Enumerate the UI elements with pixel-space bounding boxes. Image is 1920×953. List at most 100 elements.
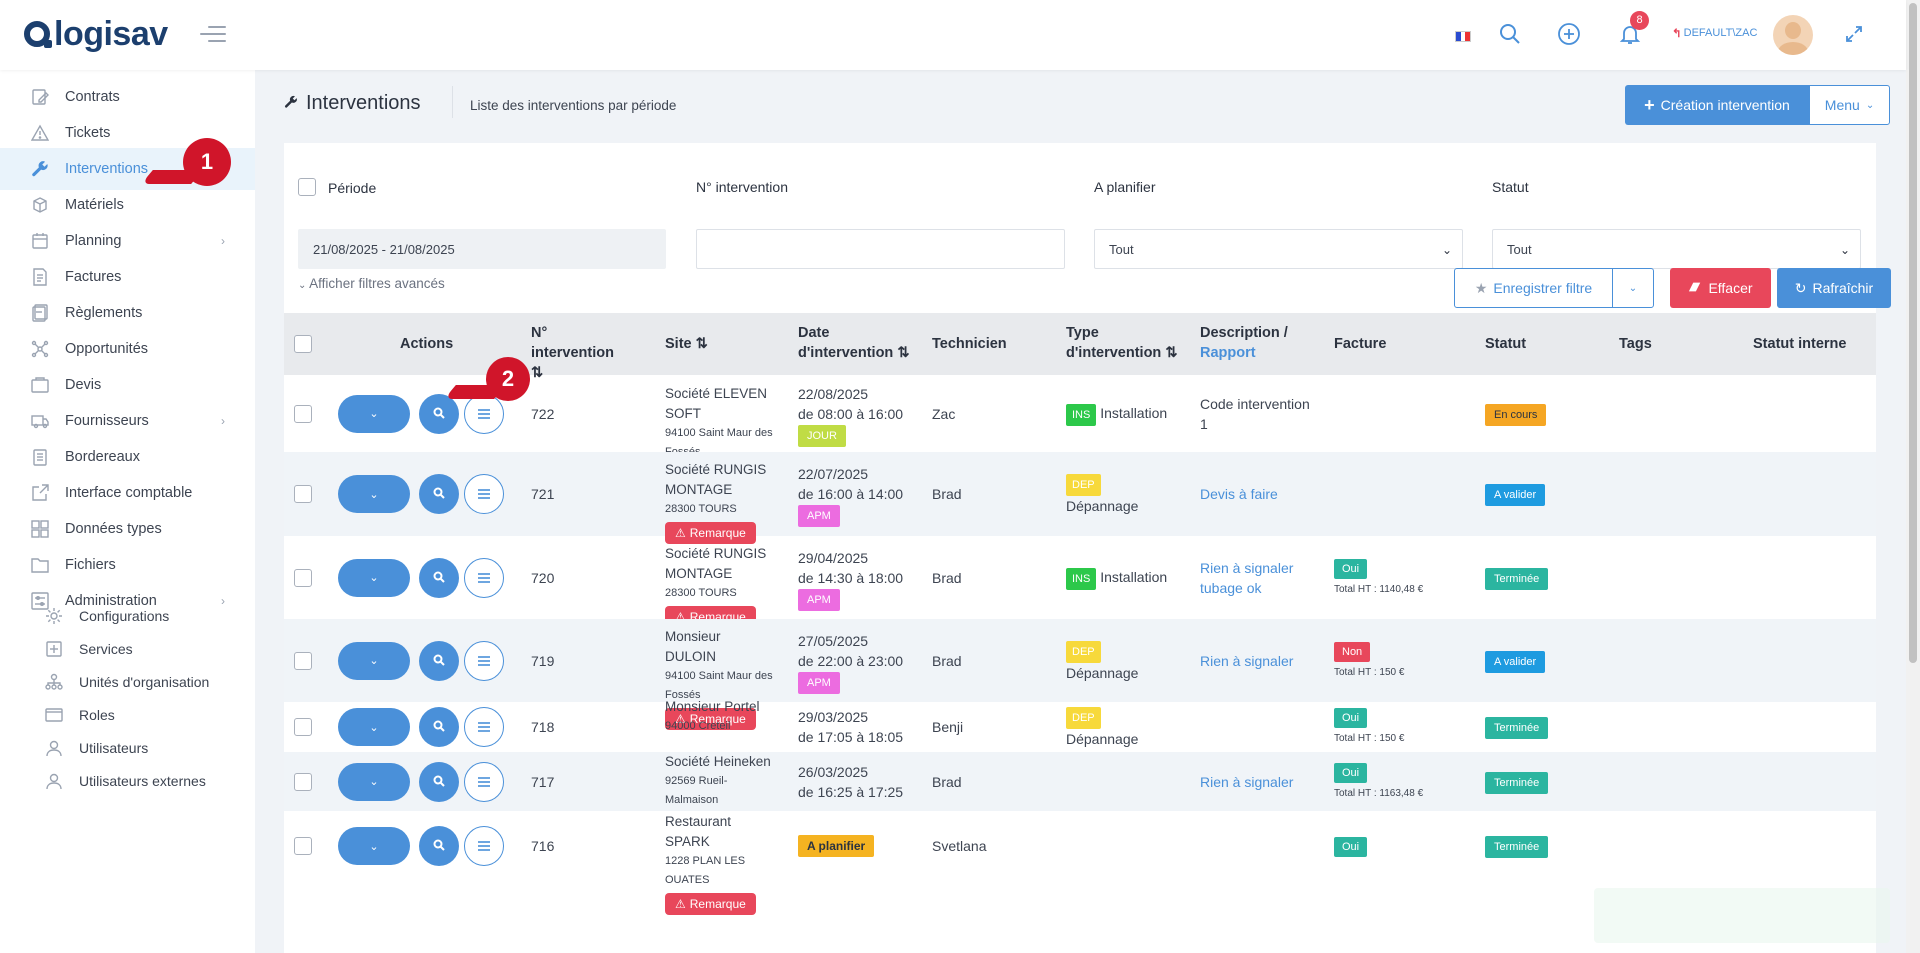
intervention-number[interactable]: 716	[531, 836, 554, 856]
page-scrollbar[interactable]	[1906, 0, 1920, 953]
site-cell: Société ELEVEN SOFT 94100 Saint Maur des…	[665, 384, 775, 462]
site-name[interactable]: Monsieur DULOIN	[665, 627, 775, 667]
row-checkbox[interactable]	[294, 485, 312, 506]
select-all-checkbox[interactable]	[294, 335, 312, 356]
th-rapport-link[interactable]: Rapport	[1200, 345, 1256, 361]
view-button[interactable]	[419, 474, 459, 514]
actions-dropdown-button[interactable]: ⌄	[338, 641, 410, 680]
details-button[interactable]	[464, 393, 504, 434]
callout-step-2: 2	[486, 357, 530, 401]
table-row[interactable]: ⌄ 716 Restaurant SPARK 1228 PLAN LES OUAT…	[284, 811, 1876, 915]
app-logo[interactable]: logisav	[24, 15, 168, 53]
th-date[interactable]: Date d'intervention ⇅	[798, 323, 928, 363]
view-button[interactable]	[419, 826, 459, 866]
num-intervention-input[interactable]	[696, 229, 1065, 269]
save-filter-button[interactable]: ★ Enregistrer filtre ⌄	[1454, 268, 1654, 308]
menu-toggle-icon[interactable]	[200, 26, 226, 44]
user-icon	[44, 738, 64, 758]
site-name[interactable]: Restaurant SPARK	[665, 812, 775, 852]
th-type[interactable]: Type d'intervention ⇅	[1066, 323, 1196, 363]
description[interactable]: Rien à signaler tubage ok	[1200, 558, 1320, 598]
site-name[interactable]: Monsieur Portel	[665, 697, 775, 717]
th-site[interactable]: Site ⇅	[665, 334, 708, 354]
view-button[interactable]	[419, 640, 459, 681]
avatar[interactable]	[1773, 15, 1813, 55]
view-button[interactable]	[419, 393, 459, 434]
description[interactable]: Devis à faire	[1200, 484, 1320, 504]
details-button[interactable]	[464, 474, 504, 514]
intervention-number[interactable]: 719	[531, 651, 554, 671]
row-checkbox[interactable]	[294, 718, 312, 739]
site-name[interactable]: Société ELEVEN SOFT	[665, 384, 775, 424]
site-name[interactable]: Société RUNGIS MONTAGE	[665, 544, 775, 584]
site-name[interactable]: Société RUNGIS MONTAGE	[665, 460, 775, 500]
table-row[interactable]: ⌄ 721 Société RUNGIS MONTAGE 28300 TOURS …	[284, 452, 1876, 544]
description[interactable]: Rien à signaler	[1200, 772, 1320, 792]
row-checkbox[interactable]	[294, 651, 312, 673]
details-button[interactable]	[464, 640, 504, 681]
details-button[interactable]	[464, 826, 504, 866]
th-date-label: Date d'intervention	[798, 325, 894, 361]
intervention-number[interactable]: 721	[531, 484, 554, 504]
search-icon[interactable]	[1498, 22, 1524, 48]
view-button[interactable]	[419, 557, 459, 598]
statut-select[interactable]: Tout ⌄	[1492, 229, 1861, 269]
actions-dropdown-button[interactable]: ⌄	[338, 394, 410, 433]
gear-icon	[44, 606, 64, 626]
periode-input[interactable]: 21/08/2025 - 21/08/2025	[298, 229, 666, 269]
view-button[interactable]	[419, 707, 459, 747]
expand-icon[interactable]	[1844, 24, 1870, 50]
technician: Zac	[932, 405, 956, 422]
roles-icon	[44, 705, 64, 725]
intervention-number[interactable]: 717	[531, 772, 554, 792]
view-button[interactable]	[419, 761, 459, 802]
chevron-down-icon[interactable]: ⌄	[1613, 283, 1653, 294]
details-button[interactable]	[464, 557, 504, 598]
row-checkbox[interactable]	[294, 772, 312, 794]
remarque-badge[interactable]: ⚠ Remarque	[665, 893, 756, 915]
facture-badge[interactable]: Oui	[1334, 837, 1368, 857]
site-name[interactable]: Société Heineken	[665, 752, 775, 772]
actions-dropdown-button[interactable]: ⌄	[338, 708, 410, 746]
sidebar-item-label: Planning	[65, 233, 122, 249]
periode-checkbox[interactable]	[298, 178, 316, 199]
user-switch[interactable]: ↰ DEFAULT\ZAC	[1672, 26, 1757, 40]
intervention-number[interactable]: 720	[531, 568, 554, 588]
description[interactable]: Rien à signaler	[1200, 651, 1320, 671]
row-checkbox[interactable]	[294, 404, 312, 426]
site-address: 28300 TOURS	[665, 503, 737, 515]
table-row[interactable]: ⌄ 718 Monsieur Portel 94000 Creteil 29/03…	[284, 699, 1876, 752]
sidebar-subitem-utilisateurs-externes[interactable]: Utilisateurs externes	[0, 761, 255, 801]
a-planifier-select[interactable]: Tout ⌄	[1094, 229, 1463, 269]
th-num[interactable]: N° intervention ⇅	[531, 323, 631, 383]
advanced-filters-link[interactable]: ⌄ Afficher filtres avancés	[298, 276, 445, 291]
details-button[interactable]	[464, 707, 504, 747]
menu-dropdown-button[interactable]: Menu ⌄	[1809, 85, 1890, 125]
french-flag-icon[interactable]	[1455, 31, 1471, 42]
table-row[interactable]: ⌄ 717 Société Heineken 92569 Rueil-Malmai…	[284, 752, 1876, 811]
type-cell: INS Installation	[1066, 567, 1167, 590]
actions-dropdown-button[interactable]: ⌄	[338, 475, 410, 513]
facture-badge[interactable]: Oui	[1334, 762, 1368, 783]
details-button[interactable]	[464, 761, 504, 802]
search-icon	[433, 486, 445, 502]
intervention-number[interactable]: 722	[531, 404, 554, 424]
add-circle-icon[interactable]	[1557, 22, 1583, 48]
clear-button[interactable]: Effacer	[1670, 268, 1771, 308]
refresh-button[interactable]: ↻ Rafraîchir	[1777, 268, 1891, 308]
actions-dropdown-button[interactable]: ⌄	[338, 762, 410, 801]
actions-dropdown-button[interactable]: ⌄	[338, 827, 410, 865]
table-row[interactable]: ⌄ 719 Monsieur DULOIN 94100 Saint Maur de…	[284, 619, 1876, 730]
actions-dropdown-button[interactable]: ⌄	[338, 558, 410, 597]
facture-badge[interactable]: Oui	[1334, 558, 1368, 579]
th-num-label: N° intervention	[531, 325, 614, 361]
facture-badge[interactable]: Oui	[1334, 708, 1368, 728]
page-subtitle: Liste des interventions par période	[470, 98, 677, 113]
facture-badge[interactable]: Non	[1334, 641, 1371, 662]
table-row[interactable]: ⌄ 720 Société RUNGIS MONTAGE 28300 TOURS …	[284, 536, 1876, 628]
row-checkbox[interactable]	[294, 837, 312, 858]
create-intervention-button[interactable]: + Création intervention	[1625, 85, 1809, 125]
row-checkbox[interactable]	[294, 568, 312, 590]
intervention-number[interactable]: 718	[531, 717, 554, 737]
intervention-date: 22/08/2025	[798, 385, 869, 402]
